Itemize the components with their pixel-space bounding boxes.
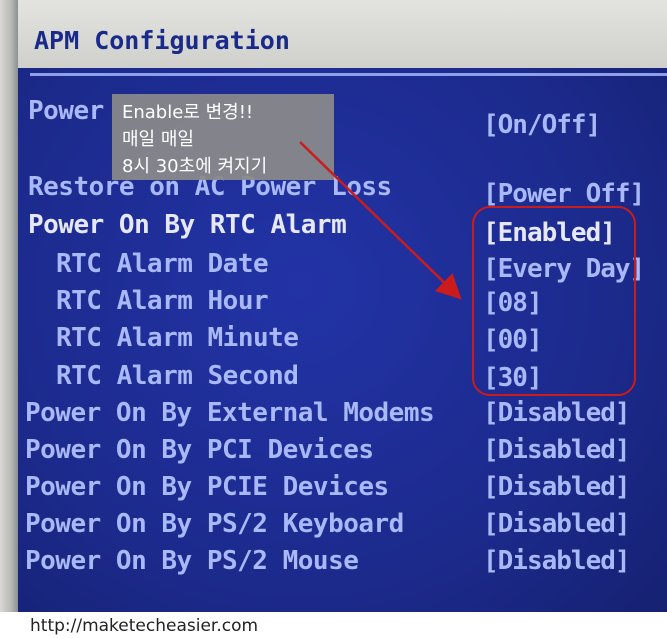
watermark-url: http://maketecheasier.com bbox=[30, 616, 259, 636]
annotation-arrow bbox=[299, 141, 462, 300]
